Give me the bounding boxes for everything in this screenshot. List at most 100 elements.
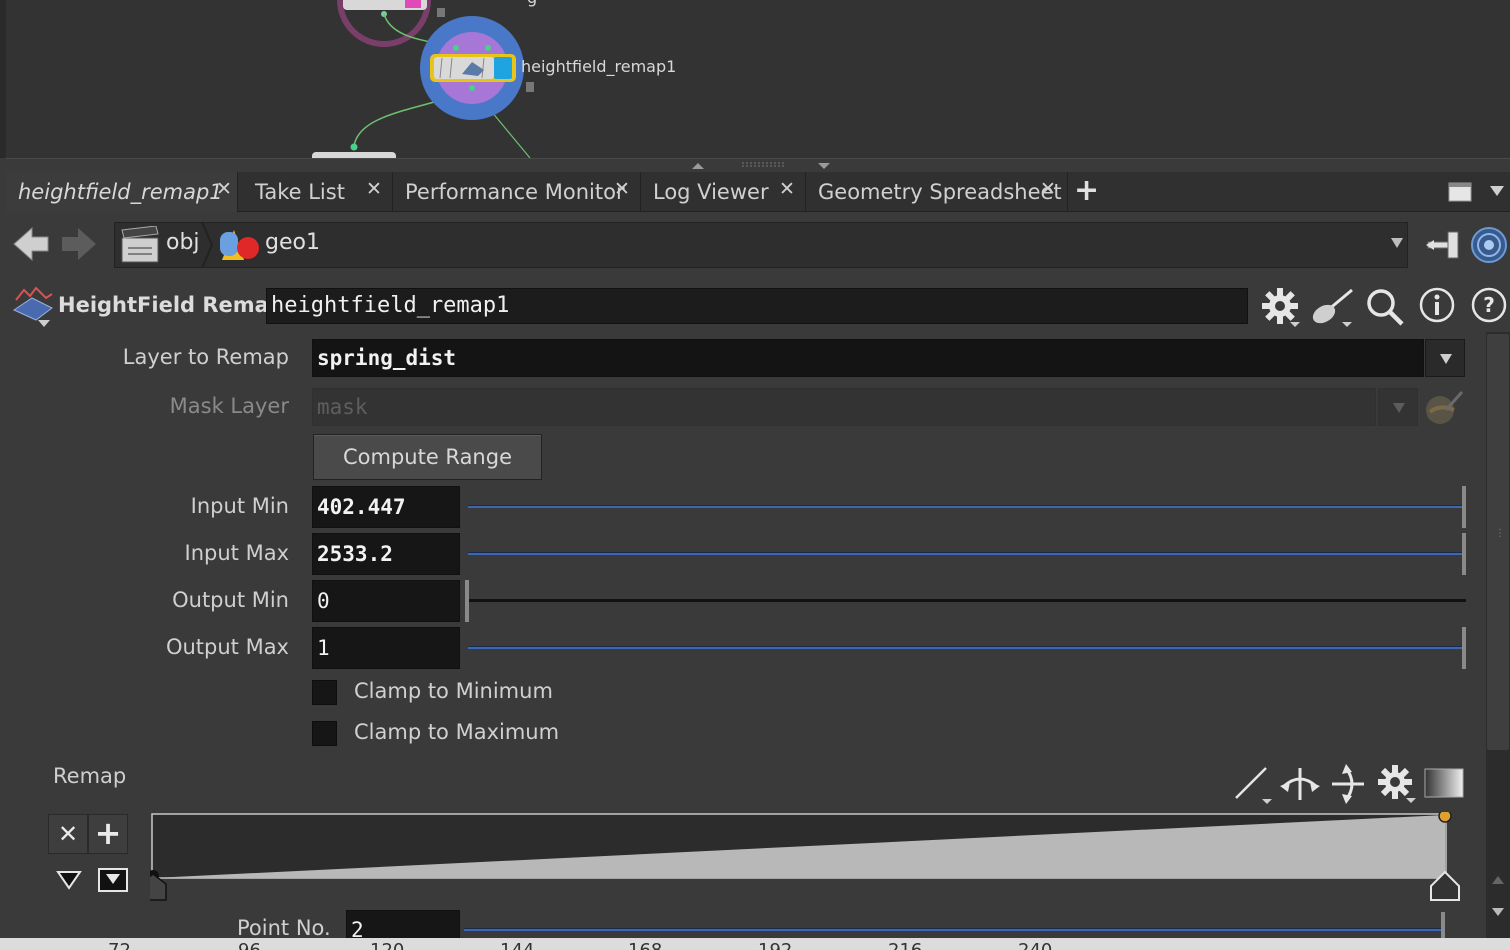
gear-icon[interactable] bbox=[1260, 286, 1302, 328]
flip-horizontal-icon[interactable] bbox=[1280, 764, 1322, 804]
compute-range-button[interactable]: Compute Range bbox=[313, 434, 542, 480]
ruler-tick-label: 144 bbox=[500, 940, 534, 950]
geo-shapes-icon bbox=[220, 230, 259, 260]
tab-label: heightfield_remap1 bbox=[18, 180, 223, 204]
input-min-slider-handle[interactable] bbox=[1462, 486, 1466, 528]
timeline-ruler[interactable]: 72 96 120 144 168 192 216 240 bbox=[0, 938, 1510, 950]
flip-vertical-icon[interactable] bbox=[1328, 764, 1368, 804]
splitter-down-arrow bbox=[818, 163, 830, 169]
output-max-slider[interactable] bbox=[468, 646, 1464, 649]
tab-label: Log Viewer bbox=[653, 180, 769, 204]
ramp-point-2 bbox=[1438, 812, 1452, 823]
scrollbar-arrows[interactable] bbox=[1492, 870, 1504, 940]
node-label[interactable]: heightfield_remap1 bbox=[521, 57, 676, 76]
input-max-label: Input Max bbox=[184, 541, 289, 565]
chevron-down-icon bbox=[1440, 354, 1452, 364]
maximize-pane-icon[interactable] bbox=[1448, 182, 1472, 202]
output-min-field[interactable]: 0 bbox=[312, 580, 460, 622]
mask-layer-field[interactable]: mask bbox=[312, 388, 1376, 426]
clamp-min-checkbox[interactable] bbox=[312, 680, 337, 705]
pane-tab-bar: heightfield_remap1 ✕ Take List ✕ Perform… bbox=[6, 172, 1510, 212]
ramp-expand-icon[interactable] bbox=[98, 868, 128, 892]
link-pane-icon[interactable] bbox=[1470, 226, 1508, 264]
output-max-field[interactable]: 1 bbox=[312, 627, 460, 669]
svg-text:?: ? bbox=[1483, 293, 1495, 317]
network-view[interactable]: heightfield_remap1 g bbox=[0, 0, 1510, 158]
pin-icon[interactable] bbox=[1424, 228, 1462, 262]
heightfield-remap-icon[interactable] bbox=[10, 284, 56, 328]
output-min-slider[interactable] bbox=[468, 599, 1466, 602]
ruler-tick-label: 216 bbox=[888, 940, 922, 950]
upstream-node-label: g bbox=[527, 0, 537, 7]
operator-type-label: HeightField Remap bbox=[58, 293, 284, 317]
ramp-add-point-button[interactable]: + bbox=[88, 814, 128, 854]
info-icon[interactable] bbox=[1418, 286, 1456, 324]
output-min-label: Output Min bbox=[172, 588, 289, 612]
tab-geometry-spreadsheet[interactable]: Geometry Spreadsheet bbox=[806, 172, 1068, 212]
gradient-icon[interactable] bbox=[1424, 768, 1464, 798]
input-max-field[interactable]: 2533.2 bbox=[312, 533, 460, 575]
chevron-down-icon bbox=[1393, 403, 1405, 413]
path-dropdown-icon[interactable] bbox=[1390, 236, 1404, 250]
layer-to-remap-dropdown[interactable] bbox=[1425, 339, 1465, 377]
point-no-slider[interactable] bbox=[464, 928, 1444, 931]
path-segment-obj[interactable]: obj bbox=[166, 230, 200, 255]
ramp-delete-point-button[interactable]: ✕ bbox=[48, 814, 88, 854]
input-min-label: Input Min bbox=[190, 494, 289, 518]
parm-scrollbar[interactable]: ⋮ bbox=[1486, 332, 1510, 950]
mask-layer-dropdown[interactable] bbox=[1378, 388, 1418, 426]
input-min-field[interactable]: 402.447 bbox=[312, 486, 460, 528]
ruler-tick-label: 96 bbox=[238, 940, 261, 950]
point-no-slider-handle[interactable] bbox=[1441, 912, 1445, 938]
ramp-gear-icon[interactable] bbox=[1374, 762, 1418, 806]
layer-to-remap-field[interactable]: spring_dist bbox=[312, 339, 1424, 377]
scrollbar-grip: ⋮ bbox=[1495, 528, 1505, 539]
clamp-min-label[interactable]: Clamp to Minimum bbox=[354, 679, 553, 703]
ramp-editor[interactable] bbox=[150, 812, 1460, 904]
tab-parameters[interactable]: heightfield_remap1 bbox=[6, 172, 238, 212]
pane-splitter[interactable] bbox=[6, 158, 1510, 172]
input-max-slider[interactable] bbox=[468, 552, 1464, 555]
output-max-label: Output Max bbox=[165, 635, 289, 659]
paint-brush-icon[interactable] bbox=[1310, 286, 1356, 328]
layer-to-remap-label: Layer to Remap bbox=[122, 345, 289, 369]
output-max-slider-handle[interactable] bbox=[1462, 627, 1466, 669]
back-arrow-icon[interactable] bbox=[12, 226, 52, 266]
tab-close-icon[interactable]: ✕ bbox=[779, 178, 795, 200]
tab-close-icon[interactable]: ✕ bbox=[366, 178, 382, 200]
tab-close-icon[interactable]: ✕ bbox=[614, 178, 630, 200]
scrollbar-thumb[interactable] bbox=[1487, 334, 1509, 750]
input-min-slider[interactable] bbox=[468, 505, 1464, 508]
lock-icon-top bbox=[437, 8, 445, 17]
ramp-collapse-icon[interactable] bbox=[56, 870, 82, 890]
clamp-max-checkbox[interactable] bbox=[312, 721, 337, 746]
ruler-tick-label: 240 bbox=[1018, 940, 1052, 950]
help-icon[interactable]: ? bbox=[1470, 286, 1508, 324]
tab-close-icon[interactable]: ✕ bbox=[216, 178, 232, 200]
output-min-slider-handle[interactable] bbox=[465, 580, 469, 622]
network-graph bbox=[312, 0, 534, 158]
tab-close-icon[interactable]: ✕ bbox=[1040, 178, 1056, 200]
ruler-tick-label: 168 bbox=[628, 940, 662, 950]
point-no-label: Point No. bbox=[237, 916, 331, 940]
ruler-tick-label: 192 bbox=[758, 940, 792, 950]
mask-layer-label: Mask Layer bbox=[169, 394, 289, 418]
node-name-field[interactable]: heightfield_remap1 bbox=[266, 288, 1248, 324]
clapboard-icon bbox=[121, 226, 159, 263]
ruler-tick-label: 72 bbox=[108, 940, 131, 950]
forward-arrow-icon[interactable] bbox=[60, 226, 100, 266]
splitter-up-arrow bbox=[692, 163, 704, 169]
search-icon[interactable] bbox=[1364, 286, 1406, 328]
path-separator-icon bbox=[201, 222, 214, 268]
tab-performance-monitor[interactable]: Performance Monitor bbox=[393, 172, 641, 212]
ramp-label: Remap bbox=[53, 764, 127, 788]
tab-label: Performance Monitor bbox=[405, 180, 625, 204]
ruler-tick-label: 120 bbox=[370, 940, 404, 950]
add-tab-button[interactable]: + bbox=[1074, 172, 1099, 210]
linear-interp-icon[interactable] bbox=[1232, 764, 1276, 806]
input-max-slider-handle[interactable] bbox=[1462, 533, 1466, 575]
path-segment-geo1[interactable]: geo1 bbox=[265, 230, 320, 255]
pane-menu-arrow-icon[interactable] bbox=[1490, 186, 1504, 198]
clamp-max-label[interactable]: Clamp to Maximum bbox=[354, 720, 559, 744]
mask-paint-icon[interactable] bbox=[1424, 390, 1464, 426]
